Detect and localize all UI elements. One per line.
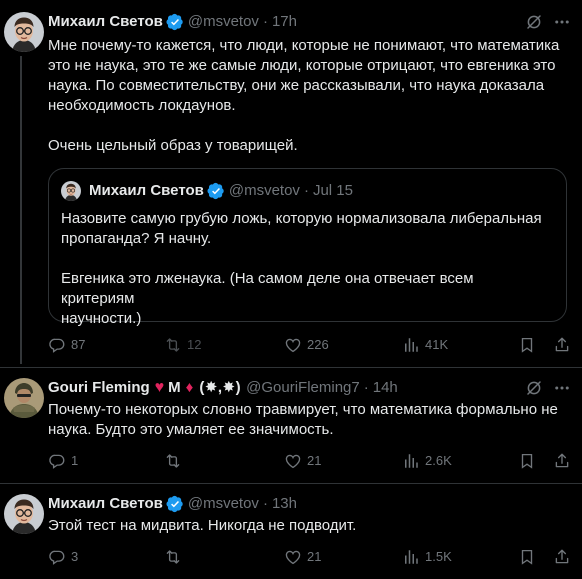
retweet-button[interactable] <box>164 452 187 470</box>
tweet-actions: 87 12 226 41K <box>48 336 573 356</box>
reply-button[interactable]: 3 <box>48 548 78 566</box>
separator-dot: · <box>262 495 268 512</box>
like-button[interactable]: 21 <box>284 452 321 470</box>
author-symbols: (✸,✸) <box>199 379 242 396</box>
retweet-icon <box>164 452 182 470</box>
like-count: 226 <box>307 337 329 352</box>
author-name-m: M <box>168 379 181 396</box>
tweet-header: Михаил Светов @msvetov · 17h <box>48 12 297 32</box>
divider <box>0 483 582 484</box>
views-icon <box>402 548 420 566</box>
author-handle: @msvetov <box>228 182 300 199</box>
tweet-time[interactable]: 13h <box>272 494 297 514</box>
author-handle[interactable]: @msvetov <box>188 494 259 514</box>
reply-button[interactable]: 87 <box>48 336 85 354</box>
tweet-actions: 1 21 2.6K <box>48 452 573 472</box>
view-count: 2.6K <box>425 453 452 468</box>
avatar <box>61 181 81 201</box>
avatar[interactable] <box>4 378 44 418</box>
thread-line <box>20 56 22 364</box>
tweet-time[interactable]: 17h <box>272 12 297 32</box>
like-icon <box>284 336 302 354</box>
divider <box>0 367 582 368</box>
views-button[interactable]: 2.6K <box>402 452 452 470</box>
reply-icon <box>48 548 66 566</box>
reply-count: 87 <box>71 337 86 352</box>
separator-dot: · <box>303 182 309 199</box>
verified-badge-icon <box>166 13 184 31</box>
like-button[interactable]: 226 <box>284 336 329 354</box>
author-name[interactable]: Gouri Fleming <box>48 378 150 398</box>
reply-count: 3 <box>71 549 79 564</box>
tweet-actions: 3 21 1.5K <box>48 548 573 568</box>
avatar[interactable] <box>4 494 44 534</box>
quote-text: Назовите самую грубую ложь, которую норм… <box>61 210 542 327</box>
retweet-count: 12 <box>187 337 202 352</box>
views-icon <box>402 452 420 470</box>
more-icon[interactable] <box>553 379 571 397</box>
heart-emoji: ♥ <box>154 379 165 396</box>
more-icon[interactable] <box>553 13 571 31</box>
verified-badge-icon <box>166 495 184 513</box>
reply-icon <box>48 452 66 470</box>
reply-button[interactable]: 1 <box>48 452 78 470</box>
like-count: 21 <box>307 549 322 564</box>
author-name[interactable]: Михаил Светов <box>48 494 163 514</box>
avatar[interactable] <box>4 12 44 52</box>
bookmark-icon[interactable] <box>518 452 536 470</box>
grok-icon[interactable] <box>525 379 543 397</box>
reply-count: 1 <box>71 453 79 468</box>
share-icon[interactable] <box>553 548 571 566</box>
retweet-button[interactable]: 12 <box>164 336 201 354</box>
views-button[interactable]: 41K <box>402 336 448 354</box>
tweet-text: Этой тест на мидвита. Никогда не подводи… <box>48 517 357 534</box>
view-count: 1.5K <box>425 549 452 564</box>
author-handle[interactable]: @msvetov <box>188 12 259 32</box>
tweet-text: Почему-то некоторых словно травмирует, ч… <box>48 401 558 438</box>
retweet-icon <box>164 336 182 354</box>
retweet-button[interactable] <box>164 548 187 566</box>
tweet-time: Jul 15 <box>312 182 353 199</box>
like-icon <box>284 548 302 566</box>
bookmark-icon[interactable] <box>518 548 536 566</box>
tweet-text: Мне почему-то кажется, что люди, которые… <box>48 37 560 154</box>
diamond-emoji: ♦ <box>185 379 194 396</box>
view-count: 41K <box>425 337 449 352</box>
share-icon[interactable] <box>553 336 571 354</box>
grok-icon[interactable] <box>525 13 543 31</box>
tweet-header: Михаил Светов @msvetov · 13h <box>48 494 297 514</box>
separator-dot: · <box>262 13 268 30</box>
author-name[interactable]: Михаил Светов <box>48 12 163 32</box>
views-button[interactable]: 1.5K <box>402 548 452 566</box>
retweet-icon <box>164 548 182 566</box>
tweet-time[interactable]: 14h <box>373 378 398 398</box>
bookmark-icon[interactable] <box>518 336 536 354</box>
reply-icon <box>48 336 66 354</box>
share-icon[interactable] <box>553 452 571 470</box>
like-button[interactable]: 21 <box>284 548 321 566</box>
quote-header: Михаил Светов @msvetov · Jul 15 <box>89 181 353 201</box>
views-icon <box>402 336 420 354</box>
tweet-header: Gouri Fleming ♥ M ♦ (✸,✸) @GouriFleming7… <box>48 378 398 398</box>
like-icon <box>284 452 302 470</box>
verified-badge-icon <box>207 182 225 200</box>
author-handle[interactable]: @GouriFleming7 <box>246 378 360 398</box>
like-count: 21 <box>307 453 322 468</box>
author-name: Михаил Светов <box>89 182 204 199</box>
quoted-tweet[interactable]: Михаил Светов @msvetov · Jul 15 Назовите… <box>48 168 567 327</box>
separator-dot: · <box>363 379 369 396</box>
